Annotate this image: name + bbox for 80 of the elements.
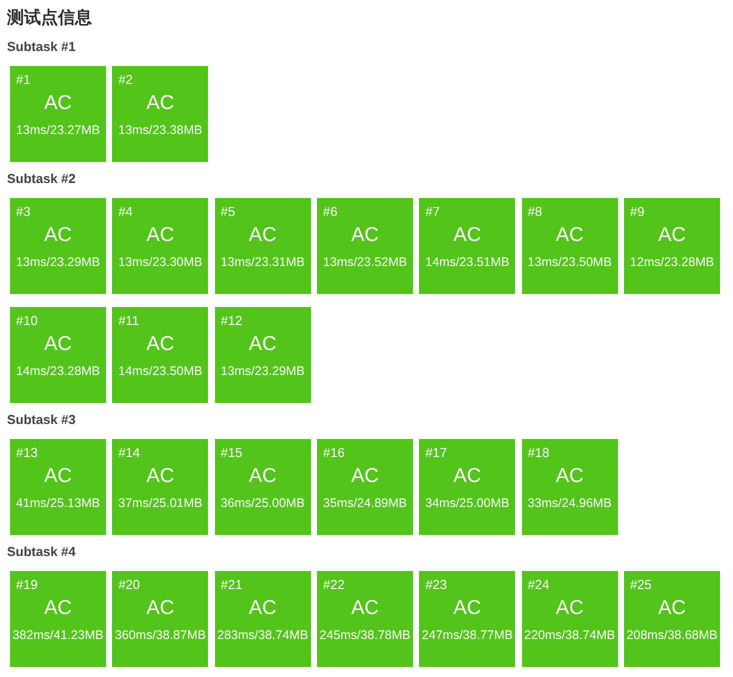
test-case-number: #14 <box>118 445 140 461</box>
verdict-text: AC <box>351 464 379 489</box>
time-memory-text: 36ms/25.00MB <box>220 495 305 511</box>
verdict-text: AC <box>44 596 72 621</box>
test-case-number: #5 <box>220 204 236 220</box>
test-case-number: #12 <box>220 313 242 329</box>
subtask-title: Subtask #1 <box>7 38 76 56</box>
test-case-number: #17 <box>425 445 448 461</box>
verdict-text: AC <box>146 332 174 357</box>
time-memory-text: 13ms/23.38MB <box>118 122 202 138</box>
test-case-number: #2 <box>118 72 133 88</box>
test-case-number: #19 <box>16 577 38 593</box>
verdict-text: AC <box>146 223 174 248</box>
test-case-number: #18 <box>528 445 550 461</box>
time-memory-text: 33ms/24.96MB <box>528 495 612 511</box>
test-case-number: #1 <box>16 72 30 88</box>
time-memory-text: 14ms/23.28MB <box>16 363 100 379</box>
time-memory-text: 12ms/23.28MB <box>630 254 714 270</box>
verdict-text: AC <box>248 332 277 357</box>
time-memory-text: 37ms/25.01MB <box>118 495 202 511</box>
time-memory-text: 208ms/38.68MB <box>626 627 718 643</box>
time-memory-text: 13ms/23.30MB <box>118 254 202 270</box>
verdict-text: AC <box>44 464 72 489</box>
time-memory-text: 283ms/38.74MB <box>217 627 308 643</box>
test-case-number: #11 <box>118 313 140 329</box>
verdict-text: AC <box>658 223 686 248</box>
test-case-number: #22 <box>322 577 345 593</box>
verdict-text: AC <box>146 464 174 489</box>
verdict-text: AC <box>556 596 584 621</box>
verdict-text: AC <box>556 223 584 248</box>
verdict-text: AC <box>146 91 174 116</box>
verdict-text: AC <box>453 464 482 489</box>
test-case-number: #20 <box>118 577 140 593</box>
time-memory-text: 245ms/38.78MB <box>319 627 410 643</box>
time-memory-text: 13ms/23.27MB <box>16 122 100 138</box>
verdict-text: AC <box>556 464 584 489</box>
time-memory-text: 247ms/38.77MB <box>422 627 513 643</box>
time-memory-text: 13ms/23.50MB <box>528 254 612 270</box>
test-case-number: #25 <box>630 577 652 593</box>
time-memory-text: 220ms/38.74MB <box>524 627 616 643</box>
time-memory-text: 34ms/25.00MB <box>425 495 510 511</box>
test-case-number: #15 <box>220 445 242 461</box>
verdict-text: AC <box>658 596 686 621</box>
test-case-number: #23 <box>425 577 448 593</box>
time-memory-text: 35ms/24.89MB <box>322 495 408 511</box>
test-case-number: #13 <box>16 445 38 461</box>
verdict-text: AC <box>146 596 174 621</box>
verdict-text: AC <box>453 596 482 621</box>
test-case-number: #9 <box>630 204 644 220</box>
test-case-number: #24 <box>528 577 550 593</box>
verdict-text: AC <box>44 223 72 248</box>
time-memory-text: 13ms/23.31MB <box>220 254 305 270</box>
verdict-text: AC <box>44 332 72 357</box>
verdict-text: AC <box>351 223 379 248</box>
time-memory-text: 360ms/38.87MB <box>114 627 206 643</box>
verdict-text: AC <box>248 223 277 248</box>
subtask-title: Subtask #4 <box>7 543 76 561</box>
verdict-text: AC <box>44 91 72 116</box>
section-title: 测试点信息 <box>7 7 92 29</box>
time-memory-text: 13ms/23.29MB <box>220 363 305 379</box>
verdict-text: AC <box>453 223 482 248</box>
test-case-number: #4 <box>118 204 133 220</box>
test-case-number: #7 <box>425 204 440 220</box>
verdict-text: AC <box>248 596 277 621</box>
subtask-title: Subtask #2 <box>7 170 76 188</box>
test-case-number: #16 <box>322 445 345 461</box>
time-memory-text: 13ms/23.29MB <box>16 254 100 270</box>
verdict-text: AC <box>351 596 379 621</box>
time-memory-text: 14ms/23.50MB <box>118 363 202 379</box>
time-memory-text: 13ms/23.52MB <box>322 254 408 270</box>
verdict-text: AC <box>248 464 277 489</box>
subtask-title: Subtask #3 <box>7 411 76 429</box>
time-memory-text: 41ms/25.13MB <box>16 495 100 511</box>
time-memory-text: 382ms/41.23MB <box>12 627 104 643</box>
test-case-number: #8 <box>528 204 542 220</box>
test-case-number: #6 <box>322 204 338 220</box>
test-case-number: #10 <box>16 313 38 329</box>
time-memory-text: 14ms/23.51MB <box>425 254 510 270</box>
test-case-number: #3 <box>16 204 30 220</box>
test-case-number: #21 <box>220 577 242 593</box>
